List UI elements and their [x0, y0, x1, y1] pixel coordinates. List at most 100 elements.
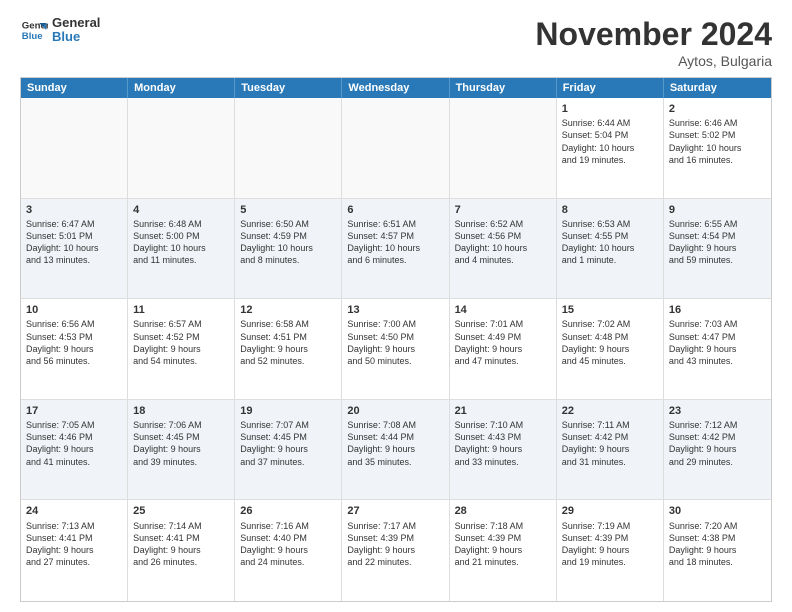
cal-cell	[128, 98, 235, 198]
week-row-3: 17Sunrise: 7:05 AM Sunset: 4:46 PM Dayli…	[21, 400, 771, 501]
day-number: 6	[347, 203, 443, 217]
day-info: Sunrise: 7:13 AM Sunset: 4:41 PM Dayligh…	[26, 520, 122, 569]
cal-cell: 28 Sunrise: 7:18 AM Sunset: 4:39 PM Dayli…	[450, 500, 557, 601]
day-number: 28	[455, 504, 551, 518]
cal-cell: 4Sunrise: 6:48 AM Sunset: 5:00 PM Daylig…	[128, 199, 235, 299]
calendar: SundayMondayTuesdayWednesdayThursdayFrid…	[20, 77, 772, 602]
day-number: 2	[669, 102, 766, 116]
week-row-4: 24 Sunrise: 7:13 AM Sunset: 4:41 PM Dayli…	[21, 500, 771, 601]
cal-cell: 25 Sunrise: 7:14 AM Sunset: 4:41 PM Dayli…	[128, 500, 235, 601]
cal-cell	[21, 98, 128, 198]
day-number: 25	[133, 504, 229, 518]
cal-cell: 1Sunrise: 6:44 AM Sunset: 5:04 PM Daylig…	[557, 98, 664, 198]
cal-cell: 20Sunrise: 7:08 AM Sunset: 4:44 PM Dayli…	[342, 400, 449, 500]
day-number: 26	[240, 504, 336, 518]
day-number: 11	[133, 303, 229, 317]
cal-cell: 14Sunrise: 7:01 AM Sunset: 4:49 PM Dayli…	[450, 299, 557, 399]
cal-cell: 27 Sunrise: 7:17 AM Sunset: 4:39 PM Dayli…	[342, 500, 449, 601]
header: General Blue General Blue November 2024 …	[20, 16, 772, 69]
page: General Blue General Blue November 2024 …	[0, 0, 792, 612]
day-info: Sunrise: 7:19 AM Sunset: 4:39 PM Dayligh…	[562, 520, 658, 569]
cal-cell: 19Sunrise: 7:07 AM Sunset: 4:45 PM Dayli…	[235, 400, 342, 500]
header-day-saturday: Saturday	[664, 78, 771, 98]
cal-cell: 6Sunrise: 6:51 AM Sunset: 4:57 PM Daylig…	[342, 199, 449, 299]
cal-cell: 10Sunrise: 6:56 AM Sunset: 4:53 PM Dayli…	[21, 299, 128, 399]
day-info: Sunrise: 7:02 AM Sunset: 4:48 PM Dayligh…	[562, 318, 658, 367]
day-info: Sunrise: 6:53 AM Sunset: 4:55 PM Dayligh…	[562, 218, 658, 267]
day-info: Sunrise: 7:07 AM Sunset: 4:45 PM Dayligh…	[240, 419, 336, 468]
cal-cell: 13Sunrise: 7:00 AM Sunset: 4:50 PM Dayli…	[342, 299, 449, 399]
week-row-2: 10Sunrise: 6:56 AM Sunset: 4:53 PM Dayli…	[21, 299, 771, 400]
header-day-wednesday: Wednesday	[342, 78, 449, 98]
day-info: Sunrise: 7:12 AM Sunset: 4:42 PM Dayligh…	[669, 419, 766, 468]
cal-cell: 9Sunrise: 6:55 AM Sunset: 4:54 PM Daylig…	[664, 199, 771, 299]
cal-cell	[342, 98, 449, 198]
day-info: Sunrise: 6:57 AM Sunset: 4:52 PM Dayligh…	[133, 318, 229, 367]
day-info: Sunrise: 6:51 AM Sunset: 4:57 PM Dayligh…	[347, 218, 443, 267]
day-number: 22	[562, 404, 658, 418]
logo-general: General	[52, 16, 100, 30]
cal-cell: 18Sunrise: 7:06 AM Sunset: 4:45 PM Dayli…	[128, 400, 235, 500]
title-block: November 2024 Aytos, Bulgaria	[535, 16, 772, 69]
svg-text:Blue: Blue	[22, 31, 43, 42]
cal-cell: 26 Sunrise: 7:16 AM Sunset: 4:40 PM Dayli…	[235, 500, 342, 601]
day-number: 21	[455, 404, 551, 418]
day-info: Sunrise: 6:56 AM Sunset: 4:53 PM Dayligh…	[26, 318, 122, 367]
day-info: Sunrise: 6:52 AM Sunset: 4:56 PM Dayligh…	[455, 218, 551, 267]
day-number: 15	[562, 303, 658, 317]
cal-cell: 5Sunrise: 6:50 AM Sunset: 4:59 PM Daylig…	[235, 199, 342, 299]
day-number: 29	[562, 504, 658, 518]
day-number: 5	[240, 203, 336, 217]
day-number: 19	[240, 404, 336, 418]
day-number: 18	[133, 404, 229, 418]
cal-cell: 11Sunrise: 6:57 AM Sunset: 4:52 PM Dayli…	[128, 299, 235, 399]
day-number: 23	[669, 404, 766, 418]
cal-cell: 29 Sunrise: 7:19 AM Sunset: 4:39 PM Dayli…	[557, 500, 664, 601]
day-info: Sunrise: 7:03 AM Sunset: 4:47 PM Dayligh…	[669, 318, 766, 367]
day-info: Sunrise: 7:05 AM Sunset: 4:46 PM Dayligh…	[26, 419, 122, 468]
day-info: Sunrise: 6:48 AM Sunset: 5:00 PM Dayligh…	[133, 218, 229, 267]
logo-icon: General Blue	[20, 16, 48, 44]
cal-cell: 30Sunrise: 7:20 AM Sunset: 4:38 PM Dayli…	[664, 500, 771, 601]
cal-cell: 22Sunrise: 7:11 AM Sunset: 4:42 PM Dayli…	[557, 400, 664, 500]
cal-cell	[450, 98, 557, 198]
location: Aytos, Bulgaria	[535, 53, 772, 69]
cal-cell: 24 Sunrise: 7:13 AM Sunset: 4:41 PM Dayli…	[21, 500, 128, 601]
day-number: 8	[562, 203, 658, 217]
day-info: Sunrise: 7:01 AM Sunset: 4:49 PM Dayligh…	[455, 318, 551, 367]
header-day-tuesday: Tuesday	[235, 78, 342, 98]
day-info: Sunrise: 6:44 AM Sunset: 5:04 PM Dayligh…	[562, 117, 658, 166]
day-number: 12	[240, 303, 336, 317]
day-info: Sunrise: 6:55 AM Sunset: 4:54 PM Dayligh…	[669, 218, 766, 267]
day-number: 4	[133, 203, 229, 217]
cal-cell: 3Sunrise: 6:47 AM Sunset: 5:01 PM Daylig…	[21, 199, 128, 299]
day-info: Sunrise: 6:46 AM Sunset: 5:02 PM Dayligh…	[669, 117, 766, 166]
day-info: Sunrise: 7:18 AM Sunset: 4:39 PM Dayligh…	[455, 520, 551, 569]
day-info: Sunrise: 7:00 AM Sunset: 4:50 PM Dayligh…	[347, 318, 443, 367]
calendar-body: 1Sunrise: 6:44 AM Sunset: 5:04 PM Daylig…	[21, 98, 771, 601]
day-number: 3	[26, 203, 122, 217]
day-number: 13	[347, 303, 443, 317]
cal-cell: 15Sunrise: 7:02 AM Sunset: 4:48 PM Dayli…	[557, 299, 664, 399]
day-number: 17	[26, 404, 122, 418]
day-number: 9	[669, 203, 766, 217]
cal-cell: 8Sunrise: 6:53 AM Sunset: 4:55 PM Daylig…	[557, 199, 664, 299]
logo: General Blue General Blue	[20, 16, 100, 45]
cal-cell: 17Sunrise: 7:05 AM Sunset: 4:46 PM Dayli…	[21, 400, 128, 500]
cal-cell: 2Sunrise: 6:46 AM Sunset: 5:02 PM Daylig…	[664, 98, 771, 198]
day-info: Sunrise: 7:16 AM Sunset: 4:40 PM Dayligh…	[240, 520, 336, 569]
cal-cell: 21Sunrise: 7:10 AM Sunset: 4:43 PM Dayli…	[450, 400, 557, 500]
day-info: Sunrise: 7:11 AM Sunset: 4:42 PM Dayligh…	[562, 419, 658, 468]
day-info: Sunrise: 7:14 AM Sunset: 4:41 PM Dayligh…	[133, 520, 229, 569]
cal-cell	[235, 98, 342, 198]
logo-blue: Blue	[52, 30, 100, 44]
header-day-thursday: Thursday	[450, 78, 557, 98]
day-number: 27	[347, 504, 443, 518]
week-row-1: 3Sunrise: 6:47 AM Sunset: 5:01 PM Daylig…	[21, 199, 771, 300]
header-day-monday: Monday	[128, 78, 235, 98]
header-day-friday: Friday	[557, 78, 664, 98]
day-number: 24	[26, 504, 122, 518]
day-info: Sunrise: 6:58 AM Sunset: 4:51 PM Dayligh…	[240, 318, 336, 367]
day-info: Sunrise: 7:17 AM Sunset: 4:39 PM Dayligh…	[347, 520, 443, 569]
header-day-sunday: Sunday	[21, 78, 128, 98]
